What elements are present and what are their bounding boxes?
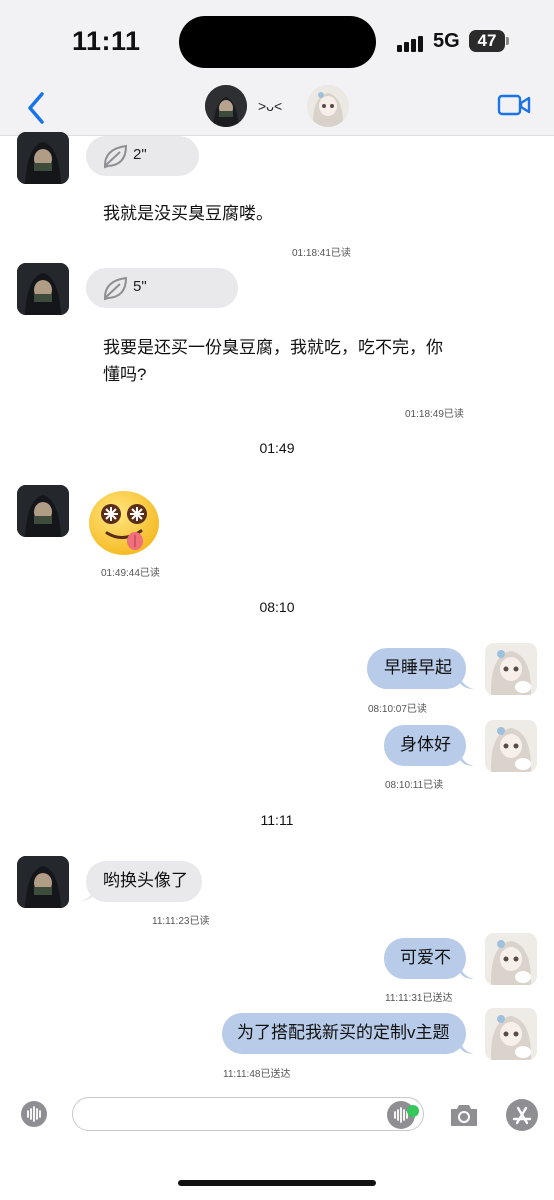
their-message-bubble[interactable]: 哟换头像了 [86, 861, 202, 902]
battery-tip [506, 37, 509, 45]
contact-avatar[interactable] [17, 263, 69, 315]
message-input[interactable] [72, 1097, 424, 1131]
contact-avatar[interactable] [205, 85, 247, 127]
contact-avatar[interactable] [17, 856, 69, 908]
message-text-line1: 我要是还买一份臭豆腐，我就吃，吃不完，你 [103, 338, 443, 357]
voice-duration: 5" [133, 278, 147, 295]
chat-title[interactable]: >ᴗ< [258, 98, 282, 114]
voice-message[interactable]: 5" [86, 268, 238, 308]
voice-input-icon[interactable] [21, 1101, 47, 1127]
dynamic-island [179, 16, 376, 68]
time-divider: 01:49 [259, 440, 295, 456]
nav-bar: >ᴗ< [0, 84, 554, 136]
my-message-bubble[interactable]: 可爱不 [384, 938, 466, 979]
time-divider: 11:11 [260, 812, 294, 828]
message-status: 01:18:41已读 [292, 248, 351, 259]
bubble-tail [460, 1042, 474, 1054]
dictation-active-indicator [407, 1105, 419, 1117]
bubble-tail [460, 967, 474, 979]
my-message-bubble[interactable]: 身体好 [384, 725, 466, 766]
my-avatar[interactable] [485, 933, 537, 985]
chevron-left-icon[interactable] [22, 88, 52, 128]
message-status: 01:49:44已读 [101, 568, 160, 579]
voice-wave-icon [103, 276, 128, 301]
message-text-line2: 懂吗? [103, 365, 147, 384]
camera-icon[interactable] [448, 1102, 480, 1128]
contact-avatar[interactable] [17, 485, 69, 537]
contact-avatar[interactable] [17, 132, 69, 184]
status-time: 11:11 [72, 26, 141, 56]
tongue-out-face-icon[interactable] [87, 489, 161, 557]
voice-duration: 2" [133, 146, 147, 163]
my-avatar[interactable] [485, 1008, 537, 1060]
message-status: 11:11:23已读 [152, 916, 210, 927]
app-store-icon[interactable] [506, 1099, 538, 1131]
signal-icon [397, 36, 425, 52]
status-bar: 11:11 5G 47 [0, 0, 554, 84]
message-status: 08:10:07已读 [368, 704, 427, 715]
message-text: 我就是没买臭豆腐喽。 [103, 204, 273, 223]
voice-message[interactable]: 2" [86, 136, 199, 176]
message-status: 01:18:49已读 [405, 409, 464, 420]
battery-icon: 47 [469, 30, 505, 52]
video-camera-icon[interactable] [497, 92, 531, 118]
home-indicator [178, 1180, 376, 1186]
time-divider: 08:10 [259, 599, 295, 615]
voice-wave-icon [103, 144, 128, 169]
my-avatar[interactable] [307, 85, 349, 127]
message-status: 11:11:48已送达 [223, 1069, 291, 1080]
my-avatar[interactable] [485, 720, 537, 772]
my-message-bubble[interactable]: 早睡早起 [367, 648, 466, 689]
message-status: 08:10:11已读 [385, 780, 444, 791]
input-bar [0, 1085, 554, 1145]
bubble-tail [460, 677, 474, 689]
my-avatar[interactable] [485, 643, 537, 695]
network-type: 5G [433, 30, 460, 52]
bubble-tail [460, 754, 474, 766]
my-message-bubble[interactable]: 为了搭配我新买的定制v主题 [222, 1013, 466, 1054]
message-status: 11:11:31已送达 [385, 993, 453, 1004]
